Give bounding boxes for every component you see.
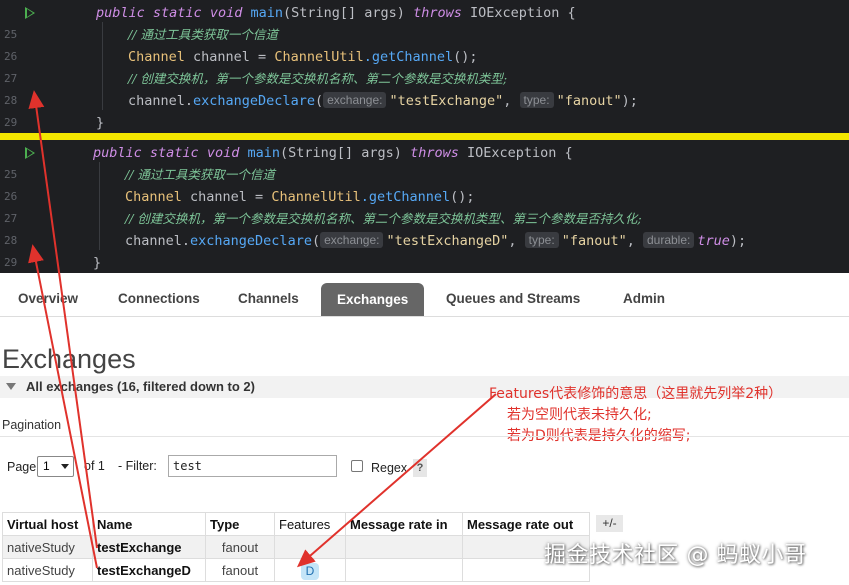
code-line-30: 30 } [0, 252, 849, 273]
code-line-28: 28 // 创建交换机，第一个参数是交换机名称、第二个参数是交换机类型; [0, 68, 849, 107]
method-signature: public static void main(String[] args) t… [96, 5, 576, 21]
column-header-features[interactable]: Features [274, 512, 346, 536]
code-line-26: 26 // 通过工具类获取一个信道 [0, 24, 849, 63]
code-line-29: 29 channel.exchangeDeclare(exchange: "tes… [0, 90, 849, 129]
channel-statement: Channel channel = ChannelUtil.getChannel… [128, 49, 478, 65]
cell-vhost: nativeStudy [2, 535, 93, 559]
code-line-25: 25 public static void main(String[] args… [0, 142, 849, 181]
cell-vhost: nativeStudy [2, 558, 93, 582]
run-gutter-icon[interactable] [25, 147, 35, 159]
code-editor-panel-2: 25 public static void main(String[] args… [0, 140, 849, 273]
param-hint: type: [519, 92, 554, 108]
channel-statement: Channel channel = ChannelUtil.getChannel… [125, 189, 475, 205]
select-caret-icon [61, 464, 69, 469]
cell-features: D [274, 558, 346, 582]
table-row[interactable]: nativeStudy testExchange fanout [2, 535, 590, 559]
code-line-25: 25 public static void main(String[] args… [0, 2, 849, 41]
table-header-row: Virtual host Name Type Features Message … [2, 512, 590, 536]
pagination-heading[interactable]: Pagination [2, 418, 61, 432]
regex-label: Regex [371, 461, 408, 475]
tab-overview[interactable]: Overview [18, 284, 78, 314]
closing-brace: } [96, 115, 105, 131]
code-line-26: 26 // 通过工具类获取一个信道 [0, 164, 849, 203]
exchanges-table: Virtual host Name Type Features Message … [2, 512, 590, 582]
regex-help-button[interactable]: ? [413, 459, 427, 477]
column-header-type[interactable]: Type [205, 512, 275, 536]
page-title: Exchanges [2, 344, 136, 374]
closing-brace: } [93, 255, 102, 271]
divider [0, 436, 849, 437]
filter-label: - Filter: [118, 459, 157, 473]
param-hint: exchange: [320, 232, 384, 248]
code-comment: // 通过工具类获取一个信道 [125, 167, 275, 182]
cell-type: fanout [205, 558, 275, 582]
method-signature: public static void main(String[] args) t… [93, 145, 573, 161]
code-comment: // 创建交换机，第一个参数是交换机名称、第二个参数是交换机类型; [128, 71, 508, 86]
page-label: Page [7, 460, 37, 474]
annotation-line-1: Features代表修饰的意思（这里就先列举2种） [489, 386, 783, 402]
column-header-name[interactable]: Name [92, 512, 206, 536]
yellow-separator [0, 133, 849, 140]
cell-rate-in [345, 558, 463, 582]
cell-features [274, 535, 346, 559]
cell-exchange-name[interactable]: testExchange [92, 535, 206, 559]
column-header-message-rate-out[interactable]: Message rate out [462, 512, 590, 536]
annotation-line-3: 若为D则代表是持久化的缩写; [507, 428, 691, 444]
tab-channels[interactable]: Channels [238, 284, 299, 314]
param-hint: durable: [642, 232, 695, 248]
exchange-declare-statement: channel.exchangeDeclare(exchange: "testEx… [128, 92, 638, 109]
tab-queues-and-streams[interactable]: Queues and Streams [446, 284, 580, 314]
tab-exchanges[interactable]: Exchanges [321, 283, 425, 316]
section-title: All exchanges (16, filtered down to 2) [26, 379, 255, 394]
tab-connections[interactable]: Connections [118, 284, 200, 314]
code-line-28: 28 // 创建交换机，第一个参数是交换机名称、第二个参数是交换机类型、第三个参… [0, 208, 849, 247]
page-select[interactable]: 1 [37, 456, 74, 477]
cell-exchange-name[interactable]: testExchangeD [92, 558, 206, 582]
regex-checkbox[interactable] [351, 460, 363, 472]
page-select-value: 1 [43, 459, 50, 473]
caret-down-icon[interactable] [6, 383, 16, 390]
tab-admin[interactable]: Admin [623, 284, 665, 314]
column-header-virtual-host[interactable]: Virtual host [2, 512, 93, 536]
cell-rate-in [345, 535, 463, 559]
run-gutter-icon[interactable] [25, 7, 35, 19]
code-line-27: 27 Channel channel = ChannelUtil.getChan… [0, 46, 849, 85]
code-line-27: 27 Channel channel = ChannelUtil.getChan… [0, 186, 849, 225]
watermark: 掘金技术社区 @ 蚂蚁小哥 [544, 543, 807, 568]
column-toggle-button[interactable]: +/- [596, 515, 623, 532]
code-editor-panel-1: 25 public static void main(String[] args… [0, 0, 849, 133]
exchange-declare-statement: channel.exchangeDeclare(exchange: "testEx… [125, 232, 747, 249]
annotation-line-2: 若为空则代表未持久化; [507, 407, 652, 423]
param-hint: exchange: [323, 92, 387, 108]
cell-type: fanout [205, 535, 275, 559]
filter-input[interactable]: test [168, 455, 337, 477]
table-row[interactable]: nativeStudy testExchangeD fanout D [2, 558, 590, 582]
of-pages-label: of 1 [84, 459, 105, 473]
code-comment: // 创建交换机，第一个参数是交换机名称、第二个参数是交换机类型、第三个参数是否… [125, 211, 642, 226]
nav-tabs: Overview Connections Channels Exchanges … [0, 275, 849, 317]
code-line-29: 29 channel.exchangeDeclare(exchange: "tes… [0, 230, 849, 269]
durable-feature-badge: D [300, 562, 320, 580]
column-header-message-rate-in[interactable]: Message rate in [345, 512, 463, 536]
param-hint: type: [524, 232, 559, 248]
code-line-30: 30 } [0, 112, 849, 133]
code-comment: // 通过工具类获取一个信道 [128, 27, 278, 42]
